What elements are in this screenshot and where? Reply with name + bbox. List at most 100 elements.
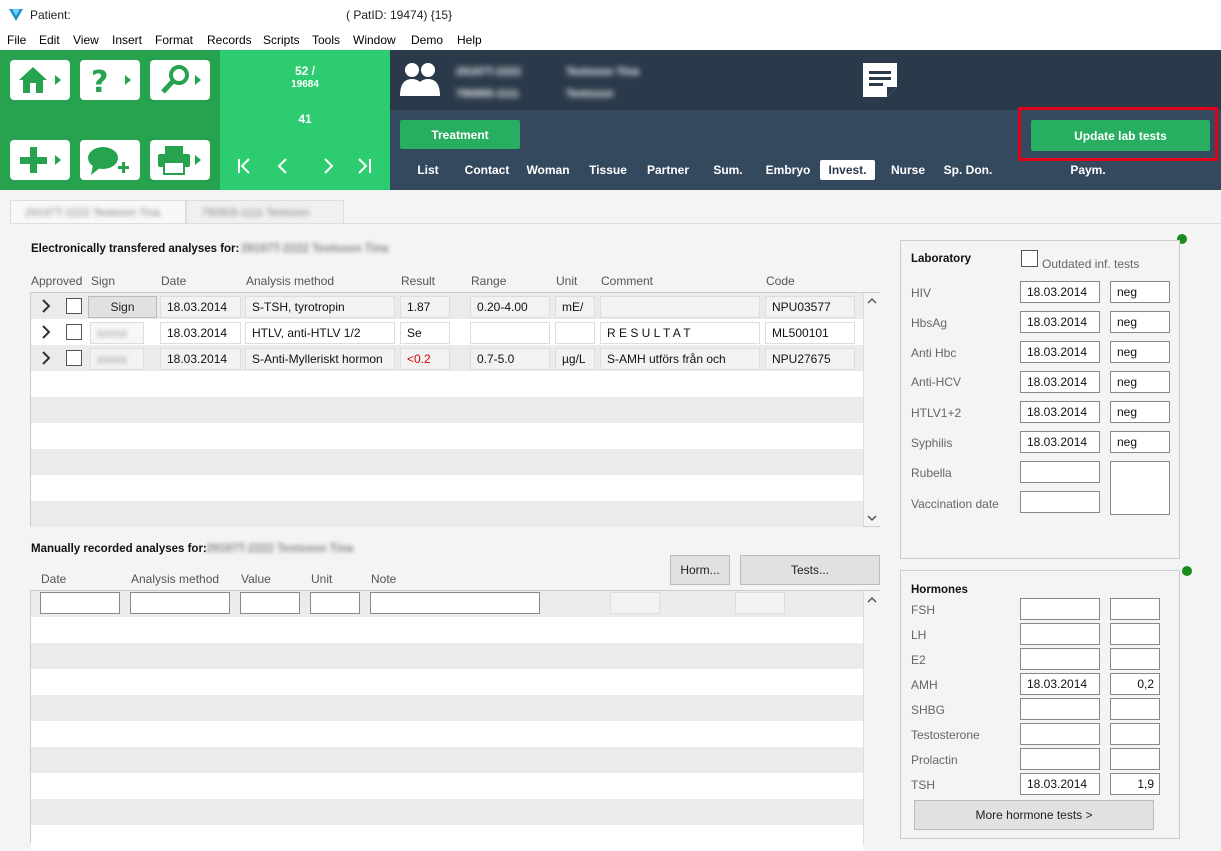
- scroll-down-icon[interactable]: [867, 514, 877, 522]
- hormone-value-field[interactable]: [1110, 648, 1160, 670]
- hormone-date-field[interactable]: 18.03.2014: [1020, 773, 1100, 795]
- manual-unit-input[interactable]: [310, 592, 360, 614]
- hormone-label: Testosterone: [911, 728, 980, 742]
- hormone-date-field[interactable]: [1020, 648, 1100, 670]
- menu-tools[interactable]: Tools: [312, 33, 340, 47]
- hormone-value-field[interactable]: [1110, 698, 1160, 720]
- notes-icon[interactable]: [860, 60, 900, 100]
- lab-date-field[interactable]: 18.03.2014: [1020, 431, 1100, 453]
- lab-date-field[interactable]: 18.03.2014: [1020, 341, 1100, 363]
- lab-value-field[interactable]: neg: [1110, 371, 1170, 393]
- hormone-date-field[interactable]: [1020, 623, 1100, 645]
- help-button[interactable]: ?: [80, 60, 140, 100]
- menu-scripts[interactable]: Scripts: [263, 33, 300, 47]
- tab-woman[interactable]: Woman: [522, 160, 574, 180]
- tab-tissue[interactable]: Tissue: [586, 160, 630, 180]
- row-range: 0.7-5.0: [470, 348, 550, 370]
- tests-button[interactable]: Tests...: [740, 555, 880, 585]
- partner-id: 790905-1111: [456, 88, 520, 100]
- row-code: NPU03577: [765, 296, 855, 318]
- lab-value-field[interactable]: neg: [1110, 311, 1170, 333]
- menu-insert[interactable]: Insert: [112, 33, 142, 47]
- hormone-date-field[interactable]: 18.03.2014: [1020, 673, 1100, 695]
- hormone-value-field[interactable]: 0,2: [1110, 673, 1160, 695]
- row-method: HTLV, anti-HTLV 1/2: [245, 322, 395, 344]
- manual-col-note: Note: [371, 572, 397, 586]
- hormone-date-field[interactable]: [1020, 598, 1100, 620]
- lab-date-field[interactable]: 18.03.2014: [1020, 371, 1100, 393]
- lab-value-field[interactable]: neg: [1110, 431, 1170, 453]
- tab-sp-don[interactable]: Sp. Don.: [940, 160, 996, 180]
- tab-invest[interactable]: Invest.: [820, 160, 875, 180]
- search-button[interactable]: [150, 60, 210, 100]
- approved-checkbox[interactable]: [66, 298, 82, 314]
- expand-chevron-icon[interactable]: [41, 325, 51, 339]
- vaccination-date-field[interactable]: [1020, 491, 1100, 513]
- lab-value-field[interactable]: neg: [1110, 281, 1170, 303]
- lab-date-field[interactable]: 18.03.2014: [1020, 311, 1100, 333]
- manual-date-input[interactable]: [40, 592, 120, 614]
- hormone-date-field[interactable]: [1020, 698, 1100, 720]
- menu-view[interactable]: View: [73, 33, 99, 47]
- manual-value-input[interactable]: [240, 592, 300, 614]
- manual-note-input[interactable]: [370, 592, 540, 614]
- menu-format[interactable]: Format: [155, 33, 193, 47]
- menu-bar: File Edit View Insert Format Records Scr…: [0, 30, 1221, 50]
- approved-checkbox[interactable]: [66, 350, 82, 366]
- row-date: 18.03.2014: [160, 296, 241, 318]
- lab-date-field[interactable]: 18.03.2014: [1020, 281, 1100, 303]
- lab-value-field[interactable]: neg: [1110, 341, 1170, 363]
- doc-tab-partner[interactable]: 790905-1111 Testsson: [186, 200, 344, 224]
- tab-nurse[interactable]: Nurse: [886, 160, 930, 180]
- update-lab-tests-button[interactable]: Update lab tests: [1031, 120, 1210, 151]
- tab-list[interactable]: List: [409, 160, 447, 180]
- hormones-button[interactable]: Horm...: [670, 555, 730, 585]
- electronic-scrollbar[interactable]: [863, 293, 880, 526]
- hormone-date-field[interactable]: [1020, 723, 1100, 745]
- rubella-value-field[interactable]: [1110, 461, 1170, 515]
- hormone-date-field[interactable]: [1020, 748, 1100, 770]
- doc-tab-patient[interactable]: 29197T-2222 Testsson Tina: [10, 200, 186, 224]
- row-result: 1.87: [400, 296, 450, 318]
- menu-file[interactable]: File: [7, 33, 26, 47]
- hormone-value-field[interactable]: [1110, 723, 1160, 745]
- scroll-up-icon[interactable]: [867, 596, 877, 604]
- hormone-value-field[interactable]: 1,9: [1110, 773, 1160, 795]
- more-hormone-tests-button[interactable]: More hormone tests >: [914, 800, 1154, 830]
- tab-embryo[interactable]: Embryo: [760, 160, 816, 180]
- menu-edit[interactable]: Edit: [39, 33, 60, 47]
- outdated-checkbox[interactable]: [1021, 250, 1038, 267]
- next-record-icon[interactable]: [322, 158, 336, 174]
- table-row: [31, 501, 863, 527]
- manual-scrollbar[interactable]: [863, 591, 880, 844]
- tab-paym[interactable]: Paym.: [1065, 160, 1111, 180]
- first-record-icon[interactable]: [237, 158, 251, 174]
- menu-help[interactable]: Help: [457, 33, 482, 47]
- rubella-date-field[interactable]: [1020, 461, 1100, 483]
- hormone-value-field[interactable]: [1110, 623, 1160, 645]
- approved-checkbox[interactable]: [66, 324, 82, 340]
- lab-value-field[interactable]: neg: [1110, 401, 1170, 423]
- hormone-value-field[interactable]: [1110, 748, 1160, 770]
- hormone-value-field[interactable]: [1110, 598, 1160, 620]
- menu-window[interactable]: Window: [353, 33, 396, 47]
- expand-chevron-icon[interactable]: [41, 299, 51, 313]
- message-button[interactable]: [80, 140, 140, 180]
- scroll-up-icon[interactable]: [867, 297, 877, 305]
- menu-records[interactable]: Records: [207, 33, 252, 47]
- manual-method-input[interactable]: [130, 592, 230, 614]
- tab-contact[interactable]: Contact: [461, 160, 513, 180]
- sign-button[interactable]: Sign: [88, 296, 157, 318]
- last-record-icon[interactable]: [357, 158, 373, 174]
- lab-date-field[interactable]: 18.03.2014: [1020, 401, 1100, 423]
- prev-record-icon[interactable]: [275, 158, 289, 174]
- treatment-button[interactable]: Treatment: [400, 120, 520, 149]
- menu-demo[interactable]: Demo: [411, 33, 443, 47]
- add-button[interactable]: [10, 140, 70, 180]
- tab-partner[interactable]: Partner: [642, 160, 694, 180]
- expand-chevron-icon[interactable]: [41, 351, 51, 365]
- tab-sum[interactable]: Sum.: [708, 160, 748, 180]
- home-button[interactable]: [10, 60, 70, 100]
- print-button[interactable]: [150, 140, 210, 180]
- hormone-label: FSH: [911, 603, 935, 617]
